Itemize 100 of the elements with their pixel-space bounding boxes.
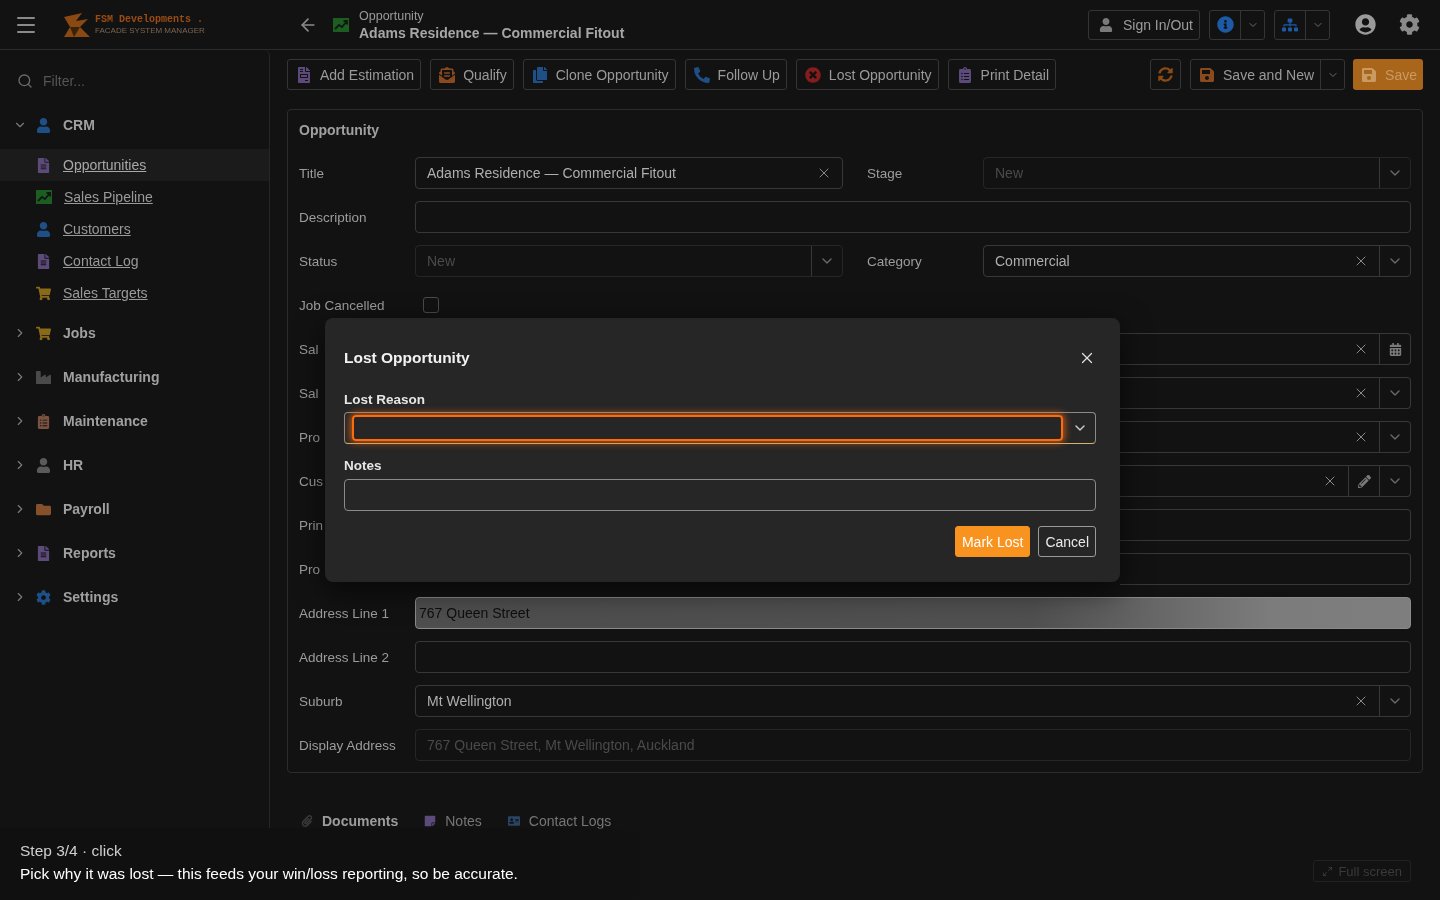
chart-icon [36,190,52,204]
settings-icon [1399,14,1420,35]
field-label: Address Line 1 [299,605,390,621]
cart-icon [36,325,51,341]
refresh-icon [1158,67,1173,82]
breadcrumb: Opportunity [359,8,425,23]
app-name: FSM Developments . [95,14,205,25]
text-field[interactable] [1120,553,1411,585]
copy-icon [531,66,548,83]
nav-link[interactable]: Contact Log [0,245,269,277]
field-label: Category [867,253,922,269]
field-label: Title [299,165,324,181]
field-label: Job Cancelled [299,297,385,313]
tab[interactable]: Contact Logs [505,805,614,839]
nav-link[interactable]: Opportunities [0,149,269,181]
cart-icon [36,285,51,301]
clipboard-icon [36,413,51,429]
nav-group[interactable]: Settings [0,575,269,619]
field-label: Suburb [299,693,343,709]
tour-step: Step 3/4 · click [20,842,122,860]
nav-link[interactable]: Customers [0,213,269,245]
field-label: Stage [867,165,903,181]
refresh-button[interactable] [1150,59,1181,90]
select-field[interactable] [1120,377,1411,409]
factory-icon [36,369,51,385]
person-icon [36,117,51,133]
phone-icon [693,66,710,83]
contact-card-icon [507,815,520,827]
nav-group[interactable]: Reports [0,531,269,575]
toolbar-button[interactable]: Qualify [430,59,514,90]
nav-link[interactable]: Sales Pipeline [0,181,269,213]
field-label: Cus [299,473,323,489]
nav-group[interactable]: Jobs [0,311,269,355]
paperclip-icon [301,815,313,827]
tab[interactable]: Notes [422,805,484,839]
text-field[interactable] [344,479,1096,511]
select-field[interactable] [1120,421,1411,453]
field-label: Sal [299,385,319,401]
field-label: Address Line 2 [299,649,390,665]
account-button[interactable] [1355,14,1376,35]
note-icon [424,815,437,827]
dialog-title: Lost Opportunity [344,349,470,367]
field-label: Pro [299,561,320,577]
settings-button[interactable] [1399,14,1420,35]
document-icon [36,157,51,173]
info-icon [1216,16,1234,33]
field-label: Description [299,209,367,225]
document-icon [36,253,51,269]
text-field[interactable]: Adams Residence — Commercial Fitout [415,157,843,189]
nav-group[interactable]: Payroll [0,487,269,531]
field-label: Prin [299,517,323,533]
person-icon [36,457,51,473]
search-icon [17,73,33,89]
checkbox[interactable] [423,297,439,313]
sign-in-out-button[interactable]: Sign In/Out [1087,9,1200,40]
nav-link[interactable]: Sales Targets [0,277,269,309]
tab[interactable]: Documents [299,805,401,839]
pencil-icon [1357,474,1371,488]
field-label: Display Address [299,737,396,753]
person-icon [1098,17,1113,32]
toolbar-button[interactable]: Follow Up [684,59,787,90]
calendar-icon [1388,342,1402,356]
logo-icon [62,12,90,37]
text-field[interactable] [415,641,1411,673]
document-icon [36,545,51,561]
clipboard-icon [956,66,973,83]
toolbar-button[interactable]: Print Detail [947,59,1057,90]
envelope-icon [439,66,456,83]
field-label: Status [299,253,338,269]
save-icon [1361,66,1378,83]
text-field[interactable] [1120,509,1411,541]
text-field[interactable] [415,201,1411,233]
app-tagline: FACADE SYSTEM MANAGER [95,26,205,35]
lookup-field[interactable] [1120,465,1411,497]
gear-icon [36,589,51,605]
cancel-button[interactable]: Cancel [1038,526,1096,557]
save-icon [1199,66,1215,83]
tour-message: Pick why it was lost — this feeds your win/loss reporting, so be accurate. [20,865,518,883]
field-label: Notes [344,457,382,475]
expand-icon [1322,865,1334,877]
filter-field[interactable]: Filter... [43,73,243,89]
select-field[interactable]: Mt Wellington [415,685,1411,717]
nav-group[interactable]: Maintenance [0,399,269,443]
nav-group[interactable]: CRM [0,103,269,147]
nav-group[interactable]: Manufacturing [0,355,269,399]
select-field[interactable]: Commercial [983,245,1411,277]
field-label: Sal [299,341,319,357]
toolbar-button[interactable]: Lost Opportunity [795,59,939,90]
document-icon [296,66,312,83]
nav-group[interactable]: HR [0,443,269,487]
toolbar-button[interactable]: Add Estimation [287,59,422,90]
org-chart-icon [1282,16,1298,33]
section-title: Opportunity [299,121,381,140]
select-field[interactable] [344,412,1096,444]
toolbar-button[interactable]: Clone Opportunity [522,59,676,90]
person-icon [36,221,51,237]
field-label: Pro [299,429,320,445]
chart-icon [333,17,349,32]
date-field[interactable] [1120,333,1411,365]
folder-icon [36,501,51,517]
